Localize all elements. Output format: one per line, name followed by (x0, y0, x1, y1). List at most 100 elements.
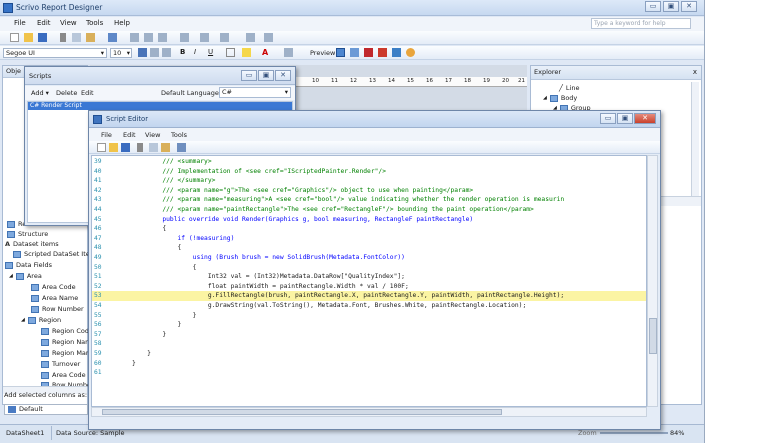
menu-tools[interactable]: Tools (86, 19, 103, 27)
border-icon[interactable] (226, 48, 235, 57)
code-area[interactable]: 39 /// <summary> 40 /// Implementation of… (91, 155, 647, 407)
explorer-item-line[interactable]: ╱ Line (559, 84, 579, 92)
code-line[interactable]: 59 } (92, 349, 646, 358)
code-line[interactable]: 55 } (92, 311, 646, 320)
same-size-icon[interactable] (200, 33, 209, 42)
paste-icon[interactable] (86, 33, 95, 42)
hscroll-thumb[interactable] (102, 409, 502, 415)
editor-menu-view[interactable]: View (145, 131, 160, 139)
tree-item-structure[interactable]: Structure (7, 230, 48, 238)
code-line[interactable]: 60} (92, 359, 646, 368)
align-center-text-icon[interactable] (150, 48, 159, 57)
tree-item-scripted-dataset[interactable]: Scripted DataSet Ite (13, 250, 90, 258)
bring-front-icon[interactable] (246, 33, 255, 42)
add-columns-select[interactable]: Default (4, 404, 88, 415)
code-line[interactable]: 49 using (Brush brush = new SolidBrush(M… (92, 253, 646, 262)
open-icon[interactable] (24, 33, 33, 42)
scroll-thumb[interactable] (649, 318, 657, 354)
code-line[interactable]: 47 if (!measuring) (92, 234, 646, 243)
align-right-text-icon[interactable] (162, 48, 171, 57)
minimize-button[interactable]: ▭ (645, 1, 661, 12)
save-icon[interactable] (38, 33, 47, 42)
editor-menu-edit[interactable]: Edit (123, 131, 136, 139)
menu-edit[interactable]: Edit (37, 19, 51, 27)
code-line[interactable]: 52 float paintWidth = paintRectangle.Wid… (92, 282, 646, 291)
menu-help[interactable]: Help (114, 19, 130, 27)
word-icon[interactable] (392, 48, 401, 57)
help-search-input[interactable]: Type a keyword for help (591, 18, 691, 29)
tree-item-region-manager[interactable]: Region Man (41, 349, 90, 357)
zoom-slider[interactable] (600, 432, 668, 434)
menu-file[interactable]: File (14, 19, 26, 27)
collapse-icon[interactable]: ◢ (9, 273, 13, 279)
menu-view[interactable]: View (60, 19, 77, 27)
code-line[interactable]: 48 { (92, 243, 646, 252)
code-line[interactable]: 54 g.DrawString(val.ToString(), Metadata… (92, 301, 646, 310)
default-language-select[interactable]: C# ▾ (219, 87, 291, 98)
maximize-button[interactable]: ▣ (663, 1, 679, 12)
align-left-icon[interactable] (130, 33, 139, 42)
explorer-scrollbar[interactable] (691, 82, 699, 200)
send-back-icon[interactable] (264, 33, 273, 42)
align-left-text-icon[interactable] (138, 48, 147, 57)
code-line[interactable]: 57 } (92, 330, 646, 339)
close-icon[interactable]: x (693, 68, 697, 76)
scripts-delete-button[interactable]: Delete (56, 89, 77, 97)
editor-close-button[interactable]: ✕ (634, 113, 656, 124)
editor-maximize-button[interactable]: ▣ (617, 113, 633, 124)
copy-icon[interactable] (149, 143, 158, 152)
browser-icon[interactable] (406, 48, 415, 57)
code-line[interactable]: 39 /// <summary> (92, 157, 646, 166)
align-right-icon[interactable] (158, 33, 167, 42)
scripts-maximize-button[interactable]: ▣ (258, 70, 274, 81)
tree-item-region-name[interactable]: Region Nan (41, 338, 89, 346)
tree-item-area-name[interactable]: Area Name (31, 294, 78, 302)
tree-item-row-number[interactable]: Row Number (31, 305, 84, 313)
code-horizontal-scrollbar[interactable] (91, 407, 647, 417)
script-item-csharp-render[interactable]: C# Render Script (28, 102, 292, 110)
tree-item-region[interactable]: ◢ Region (21, 316, 61, 324)
collapse-icon[interactable]: ◢ (21, 317, 25, 323)
preview-icon[interactable] (336, 48, 345, 57)
new-icon[interactable] (10, 33, 19, 42)
code-line[interactable]: 51 Int32 val = (Int32)Metadata.DataRow["… (92, 272, 646, 281)
align-center-icon[interactable] (144, 33, 153, 42)
code-line[interactable]: 45 public override void Render(Graphics … (92, 215, 646, 224)
tree-item-area-code-2[interactable]: Area Code (41, 371, 86, 379)
scripts-minimize-button[interactable]: ▭ (241, 70, 257, 81)
save-icon[interactable] (121, 143, 130, 152)
code-line[interactable]: 56 } (92, 320, 646, 329)
tree-item-area[interactable]: ◢ Area (9, 272, 42, 280)
font-family-select[interactable]: Segoe UI ▾ (3, 48, 107, 58)
close-button[interactable]: ✕ (681, 1, 697, 12)
copy-icon[interactable] (72, 33, 81, 42)
code-line[interactable]: 44 /// <param name="paintRectangle">The … (92, 205, 646, 214)
find-icon[interactable] (177, 143, 186, 152)
spacing-icon[interactable] (220, 33, 229, 42)
code-line[interactable]: 61 (92, 368, 646, 377)
code-line[interactable]: 46 { (92, 224, 646, 233)
line-style-icon[interactable] (284, 48, 293, 57)
scripts-edit-button[interactable]: Edit (81, 89, 94, 97)
scripts-close-button[interactable]: ✕ (275, 70, 291, 81)
code-vertical-scrollbar[interactable] (647, 155, 658, 407)
font-size-select[interactable]: 10 ▾ (110, 48, 132, 58)
tree-item-turnover[interactable]: Turnover (41, 360, 80, 368)
code-line[interactable]: 43 /// <param name="measuring">A <see cr… (92, 195, 646, 204)
font-color-icon[interactable]: A (262, 48, 271, 57)
fill-color-icon[interactable] (242, 48, 251, 57)
cut-icon[interactable] (60, 33, 66, 42)
bold-button[interactable]: B (180, 48, 189, 57)
tree-item-data-fields[interactable]: Data Fields (5, 261, 52, 269)
open-icon[interactable] (109, 143, 118, 152)
editor-minimize-button[interactable]: ▭ (600, 113, 616, 124)
code-line[interactable]: 42 /// <param name="g">The <see cref="Gr… (92, 186, 646, 195)
paste-icon[interactable] (161, 143, 170, 152)
print-icon[interactable] (350, 48, 359, 57)
distribute-icon[interactable] (180, 33, 189, 42)
code-line[interactable]: 40 /// Implementation of <see cref="IScr… (92, 167, 646, 176)
new-icon[interactable] (97, 143, 106, 152)
pdf-icon[interactable] (364, 48, 373, 57)
export-icon[interactable] (378, 48, 387, 57)
underline-button[interactable]: U (208, 48, 217, 57)
